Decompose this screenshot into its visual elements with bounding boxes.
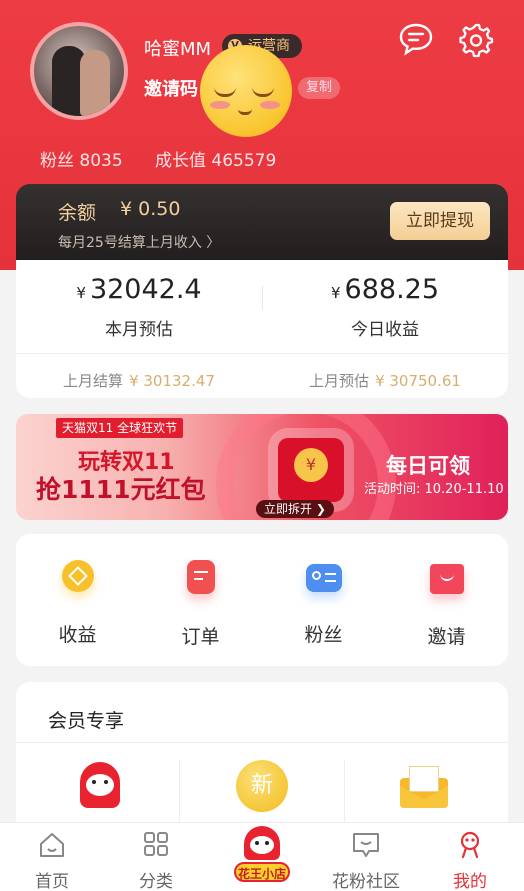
growth-stat[interactable]: 成长值 465579: [155, 146, 276, 171]
nav-community[interactable]: 花粉社区: [314, 831, 418, 891]
message-icon[interactable]: [398, 22, 434, 56]
earnings-card: ¥32042.4 本月预估 ¥688.25 今日收益 上月结算 ¥ 30132.4…: [16, 260, 508, 398]
nav-shop[interactable]: 花王小店: [230, 826, 294, 886]
divider: [179, 760, 180, 830]
withdraw-button[interactable]: 立即提现: [390, 202, 490, 240]
today-income-label: 今日收益: [351, 320, 419, 340]
copy-invite-button[interactable]: 复制: [298, 77, 341, 99]
quick-item-label: 粉丝: [304, 624, 343, 646]
today-income-value: 688.25: [344, 274, 440, 305]
banner-daily: 每日可领: [386, 454, 470, 478]
nav-category[interactable]: 分类: [104, 831, 208, 891]
shop-icon: [244, 826, 280, 860]
member-title: 会员专享: [48, 710, 125, 732]
month-estimate[interactable]: ¥32042.4 本月预估: [16, 274, 262, 340]
divider: [344, 760, 345, 830]
profile-icon: [460, 831, 480, 859]
quick-item-label: 收益: [58, 624, 97, 646]
balance-label: 余额: [58, 202, 97, 224]
quick-item-fans[interactable]: 粉丝: [262, 560, 385, 647]
last-month-settle: 上月结算 ¥ 30132.47: [63, 372, 215, 390]
invite-icon: [429, 564, 464, 594]
category-icon: [144, 832, 168, 856]
month-estimate-label: 本月预估: [105, 320, 173, 340]
fans-stat[interactable]: 粉丝 8035: [40, 146, 123, 171]
banner-subtitle: 抢1111元红包: [36, 475, 206, 504]
home-icon: [40, 833, 64, 857]
nav-profile[interactable]: 我的: [418, 831, 522, 891]
order-icon: [186, 560, 215, 594]
open-envelope-button[interactable]: 立即拆开 ❯: [256, 500, 334, 518]
quick-item-invite[interactable]: 邀请: [385, 560, 508, 649]
balance-card: 余额 ¥ 0.50 每月25号结算上月收入 〉 立即提现: [16, 184, 508, 262]
banner-period: 活动时间: 10.20-11.10: [364, 482, 504, 497]
divider: [16, 742, 508, 743]
settings-gear-icon[interactable]: [458, 22, 494, 58]
avatar[interactable]: [30, 22, 128, 120]
community-icon: [353, 833, 379, 857]
earnings-icon: [61, 560, 94, 592]
settlement-note[interactable]: 每月25号结算上月收入 〉: [58, 232, 220, 252]
today-income[interactable]: ¥688.25 今日收益: [262, 274, 508, 340]
promo-banner[interactable]: 天猫双11 全球狂欢节 玩转双11 抢1111元红包 ¥ 立即拆开 ❯ 每日可领…: [16, 414, 508, 520]
quick-item-orders[interactable]: 订单: [139, 560, 262, 649]
divider: [16, 353, 508, 354]
fans-icon: [305, 564, 342, 592]
username: 哈蜜MM: [144, 39, 212, 60]
envelope-icon[interactable]: [400, 766, 448, 808]
coin-icon: ¥: [294, 448, 328, 482]
balance-value: ¥ 0.50: [120, 198, 181, 220]
last-month-estimate: 上月预估 ¥ 30750.61: [309, 372, 461, 390]
quick-item-label: 邀请: [427, 626, 466, 648]
shop-label: 花王小店: [234, 862, 290, 882]
quick-item-label: 订单: [181, 626, 220, 648]
member-section: 会员专享 新: [16, 682, 508, 842]
new-badge-icon[interactable]: 新: [236, 760, 288, 812]
invite-code-label: 邀请码: [144, 79, 198, 100]
mascot-icon[interactable]: [78, 762, 122, 808]
quick-menu: 收益 订单 粉丝 邀请: [16, 534, 508, 666]
month-estimate-value: 32042.4: [89, 274, 202, 305]
nav-home[interactable]: 首页: [0, 831, 104, 891]
blush-emoji-sticker: [200, 45, 292, 137]
quick-item-earnings[interactable]: 收益: [16, 560, 139, 647]
banner-tag: 天猫双11 全球狂欢节: [56, 418, 184, 438]
